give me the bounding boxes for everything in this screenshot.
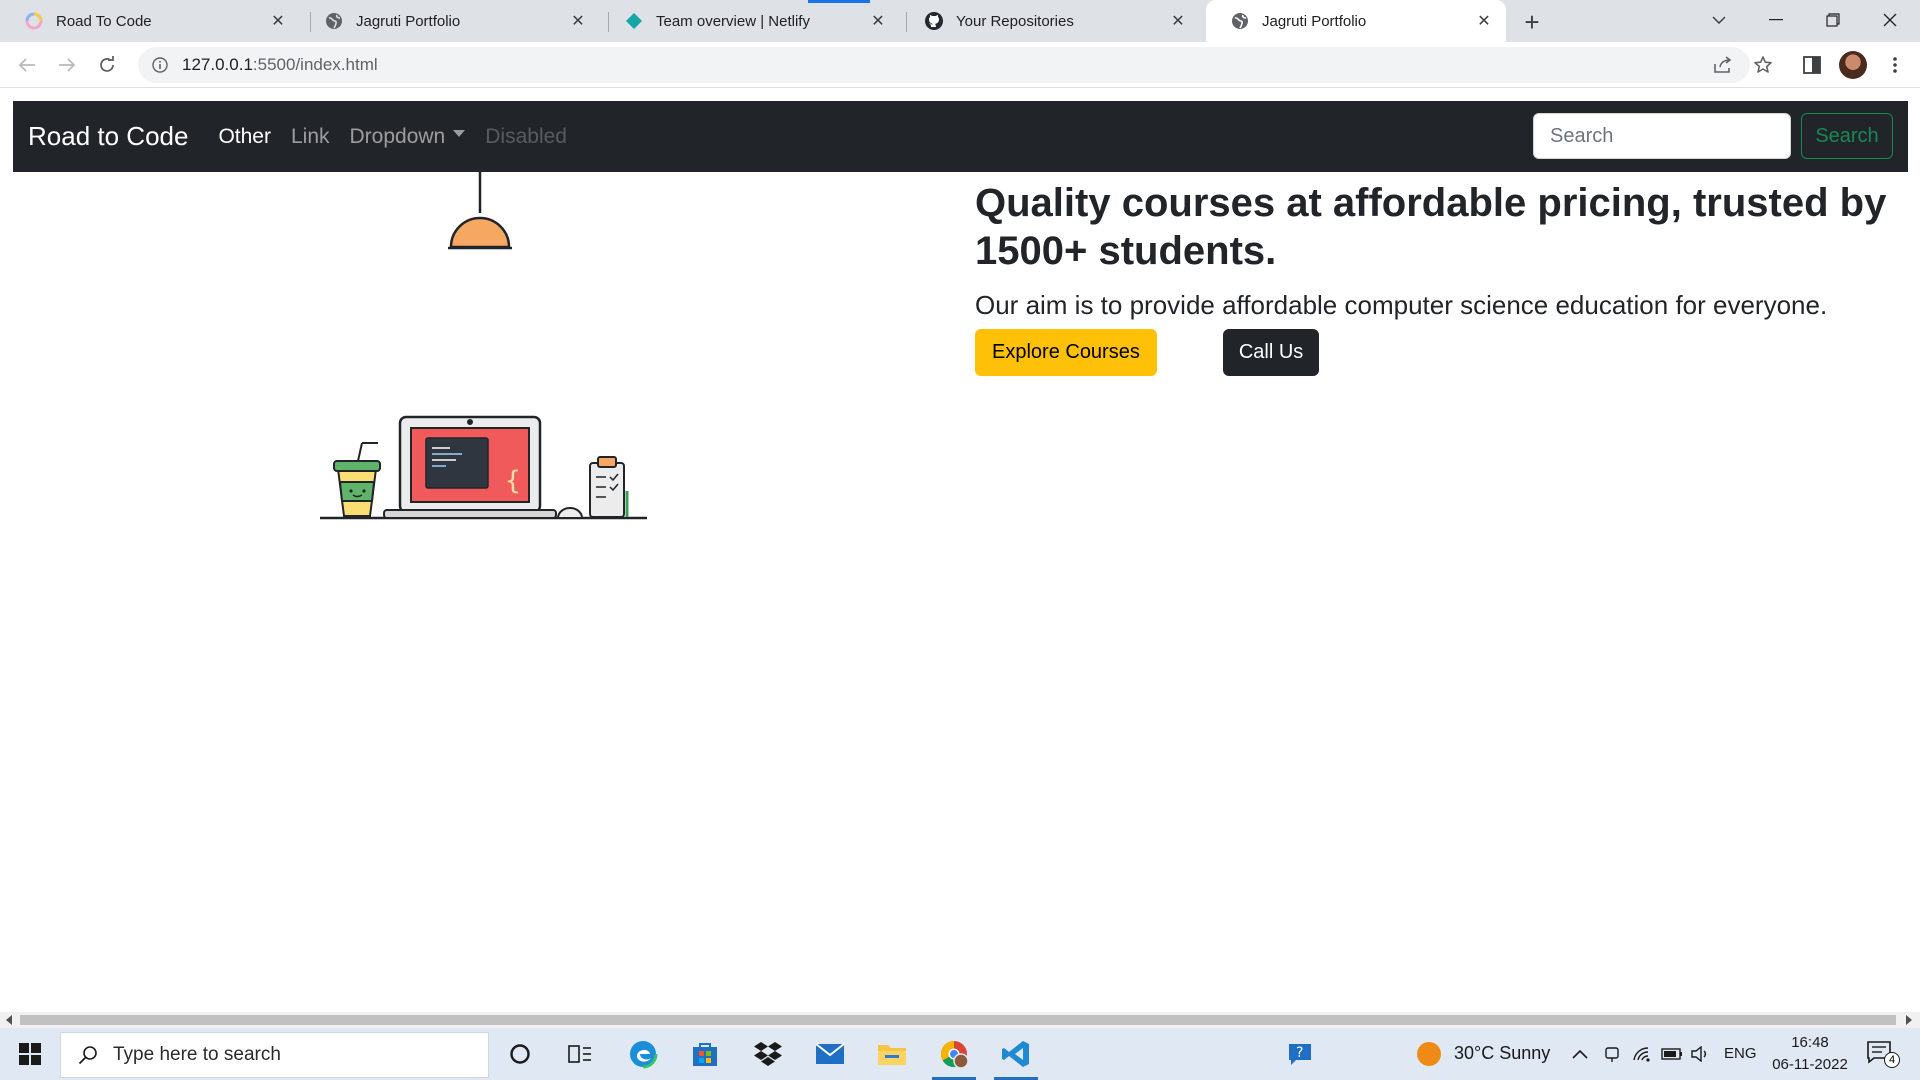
microsoft-store-icon[interactable] bbox=[677, 1028, 733, 1080]
clock-date: 06-11-2022 bbox=[1772, 1056, 1848, 1073]
chrome-icon[interactable] bbox=[926, 1028, 982, 1080]
weather-text[interactable]: 30°C Sunny bbox=[1454, 1043, 1550, 1064]
search-icon bbox=[77, 1044, 99, 1066]
language-indicator[interactable]: ENG bbox=[1724, 1045, 1757, 1062]
help-icon[interactable]: ? bbox=[1286, 1040, 1314, 1068]
hero-title: Quality courses at affordable pricing, t… bbox=[975, 181, 1887, 273]
tab-title: Team overview | Netlify bbox=[656, 12, 810, 30]
tab-netlify[interactable]: Team overview | Netlify ✕ bbox=[600, 0, 900, 42]
svg-text:{: { bbox=[505, 466, 521, 496]
tab-search-chevron-icon[interactable] bbox=[1692, 0, 1746, 40]
wifi-icon[interactable] bbox=[1630, 1042, 1654, 1066]
share-icon[interactable] bbox=[1708, 50, 1738, 80]
close-icon[interactable]: ✕ bbox=[568, 11, 588, 31]
tab-jagruti-portfolio-active[interactable]: Jagruti Portfolio ✕ bbox=[1206, 0, 1506, 42]
edge-browser-icon[interactable] bbox=[615, 1028, 671, 1080]
nav-link-disabled: Disabled bbox=[485, 124, 567, 148]
browser-toolbar: 127.0.0.1:5500/index.html bbox=[0, 42, 1920, 88]
navbar-brand[interactable]: Road to Code bbox=[28, 121, 188, 152]
windows-taskbar: Type here to search ? 30°C Sunny ENG 16:… bbox=[0, 1028, 1920, 1080]
close-icon[interactable]: ✕ bbox=[868, 11, 888, 31]
reload-icon[interactable] bbox=[92, 50, 122, 80]
taskbar-search-box[interactable]: Type here to search bbox=[60, 1032, 489, 1078]
loading-ring-icon bbox=[24, 11, 44, 31]
horizontal-scrollbar[interactable] bbox=[0, 1012, 1920, 1028]
taskbar-clock[interactable]: 16:48 06-11-2022 bbox=[1768, 1032, 1852, 1076]
vscode-icon[interactable] bbox=[988, 1028, 1044, 1080]
meet-now-icon[interactable] bbox=[1600, 1042, 1624, 1066]
profile-avatar[interactable] bbox=[1839, 51, 1867, 79]
explore-courses-button[interactable]: Explore Courses bbox=[975, 329, 1157, 376]
scroll-left-arrow-icon[interactable] bbox=[6, 1015, 12, 1025]
volume-icon[interactable] bbox=[1688, 1042, 1712, 1066]
dropbox-icon[interactable] bbox=[740, 1028, 796, 1080]
weather-sun-icon[interactable] bbox=[1416, 1041, 1442, 1067]
site-info-icon[interactable] bbox=[150, 55, 170, 75]
close-icon[interactable]: ✕ bbox=[1474, 11, 1494, 31]
notification-center-icon[interactable]: 4 bbox=[1866, 1040, 1900, 1068]
globe-icon bbox=[1230, 11, 1250, 31]
scrollbar-thumb[interactable] bbox=[20, 1015, 1896, 1025]
forward-arrow-icon[interactable] bbox=[52, 50, 82, 80]
page-viewport: Road to Code Other Link Dropdown Disable… bbox=[0, 89, 1920, 1012]
github-icon bbox=[924, 11, 944, 31]
window-close-icon[interactable] bbox=[1863, 0, 1917, 40]
tab-road-to-code[interactable]: Road To Code ✕ bbox=[0, 0, 300, 42]
new-tab-plus-icon[interactable]: + bbox=[1518, 7, 1546, 37]
side-panel-icon[interactable] bbox=[1797, 50, 1827, 80]
hero-subtitle: Our aim is to provide affordable compute… bbox=[975, 290, 1828, 320]
restore-icon[interactable] bbox=[1806, 0, 1860, 40]
windows-start-icon[interactable] bbox=[0, 1028, 60, 1080]
address-url: 127.0.0.1:5500/index.html bbox=[182, 55, 378, 74]
clock-time: 16:48 bbox=[1791, 1034, 1829, 1051]
back-arrow-icon[interactable] bbox=[12, 50, 42, 80]
close-icon[interactable]: ✕ bbox=[268, 11, 288, 31]
scroll-right-arrow-icon[interactable] bbox=[1906, 1015, 1912, 1025]
address-bar[interactable]: 127.0.0.1:5500/index.html bbox=[138, 47, 1750, 83]
navbar-search-input[interactable]: Search bbox=[1533, 113, 1791, 159]
file-explorer-icon[interactable] bbox=[864, 1028, 920, 1080]
bookmark-star-icon[interactable] bbox=[1748, 50, 1778, 80]
nav-dropdown[interactable]: Dropdown bbox=[350, 125, 466, 149]
hero-button-group: Explore Courses Call Us bbox=[975, 329, 1895, 376]
mail-icon[interactable] bbox=[802, 1028, 858, 1080]
globe-icon bbox=[324, 11, 344, 31]
nav-link-link[interactable]: Link bbox=[291, 125, 330, 149]
hero-section: Quality courses at affordable pricing, t… bbox=[975, 179, 1895, 376]
taskbar-search-placeholder: Type here to search bbox=[113, 1044, 281, 1065]
battery-icon[interactable] bbox=[1660, 1042, 1684, 1066]
notification-count-badge: 4 bbox=[1884, 1052, 1900, 1068]
desk-laptop-illustration: { bbox=[320, 171, 647, 520]
svg-text:?: ? bbox=[1296, 1045, 1303, 1061]
chevron-up-icon[interactable] bbox=[1568, 1042, 1592, 1066]
cortana-circle-icon[interactable] bbox=[492, 1028, 548, 1080]
browser-tab-strip: Road To Code ✕ Jagruti Portfolio ✕ Team … bbox=[0, 0, 1920, 42]
nav-dropdown-label: Dropdown bbox=[349, 124, 446, 148]
tab-title: Jagruti Portfolio bbox=[1262, 12, 1367, 30]
menu-kebab-icon[interactable] bbox=[1880, 50, 1910, 80]
caret-down-icon bbox=[453, 130, 466, 138]
site-navbar: Road to Code Other Link Dropdown Disable… bbox=[13, 101, 1908, 172]
tab-title: Road To Code bbox=[56, 12, 152, 30]
nav-link-other[interactable]: Other bbox=[218, 125, 271, 149]
tab-github-repositories[interactable]: Your Repositories ✕ bbox=[900, 0, 1200, 42]
minimize-icon[interactable] bbox=[1749, 0, 1803, 40]
navbar-search-button[interactable]: Search bbox=[1801, 113, 1893, 159]
tab-title: Your Repositories bbox=[956, 12, 1074, 30]
tab-jagruti-portfolio[interactable]: Jagruti Portfolio ✕ bbox=[300, 0, 600, 42]
close-icon[interactable]: ✕ bbox=[1168, 11, 1188, 31]
tab-title: Jagruti Portfolio bbox=[356, 12, 461, 30]
call-us-button[interactable]: Call Us bbox=[1222, 329, 1320, 376]
netlify-icon bbox=[624, 11, 644, 31]
task-view-icon[interactable] bbox=[552, 1028, 608, 1080]
